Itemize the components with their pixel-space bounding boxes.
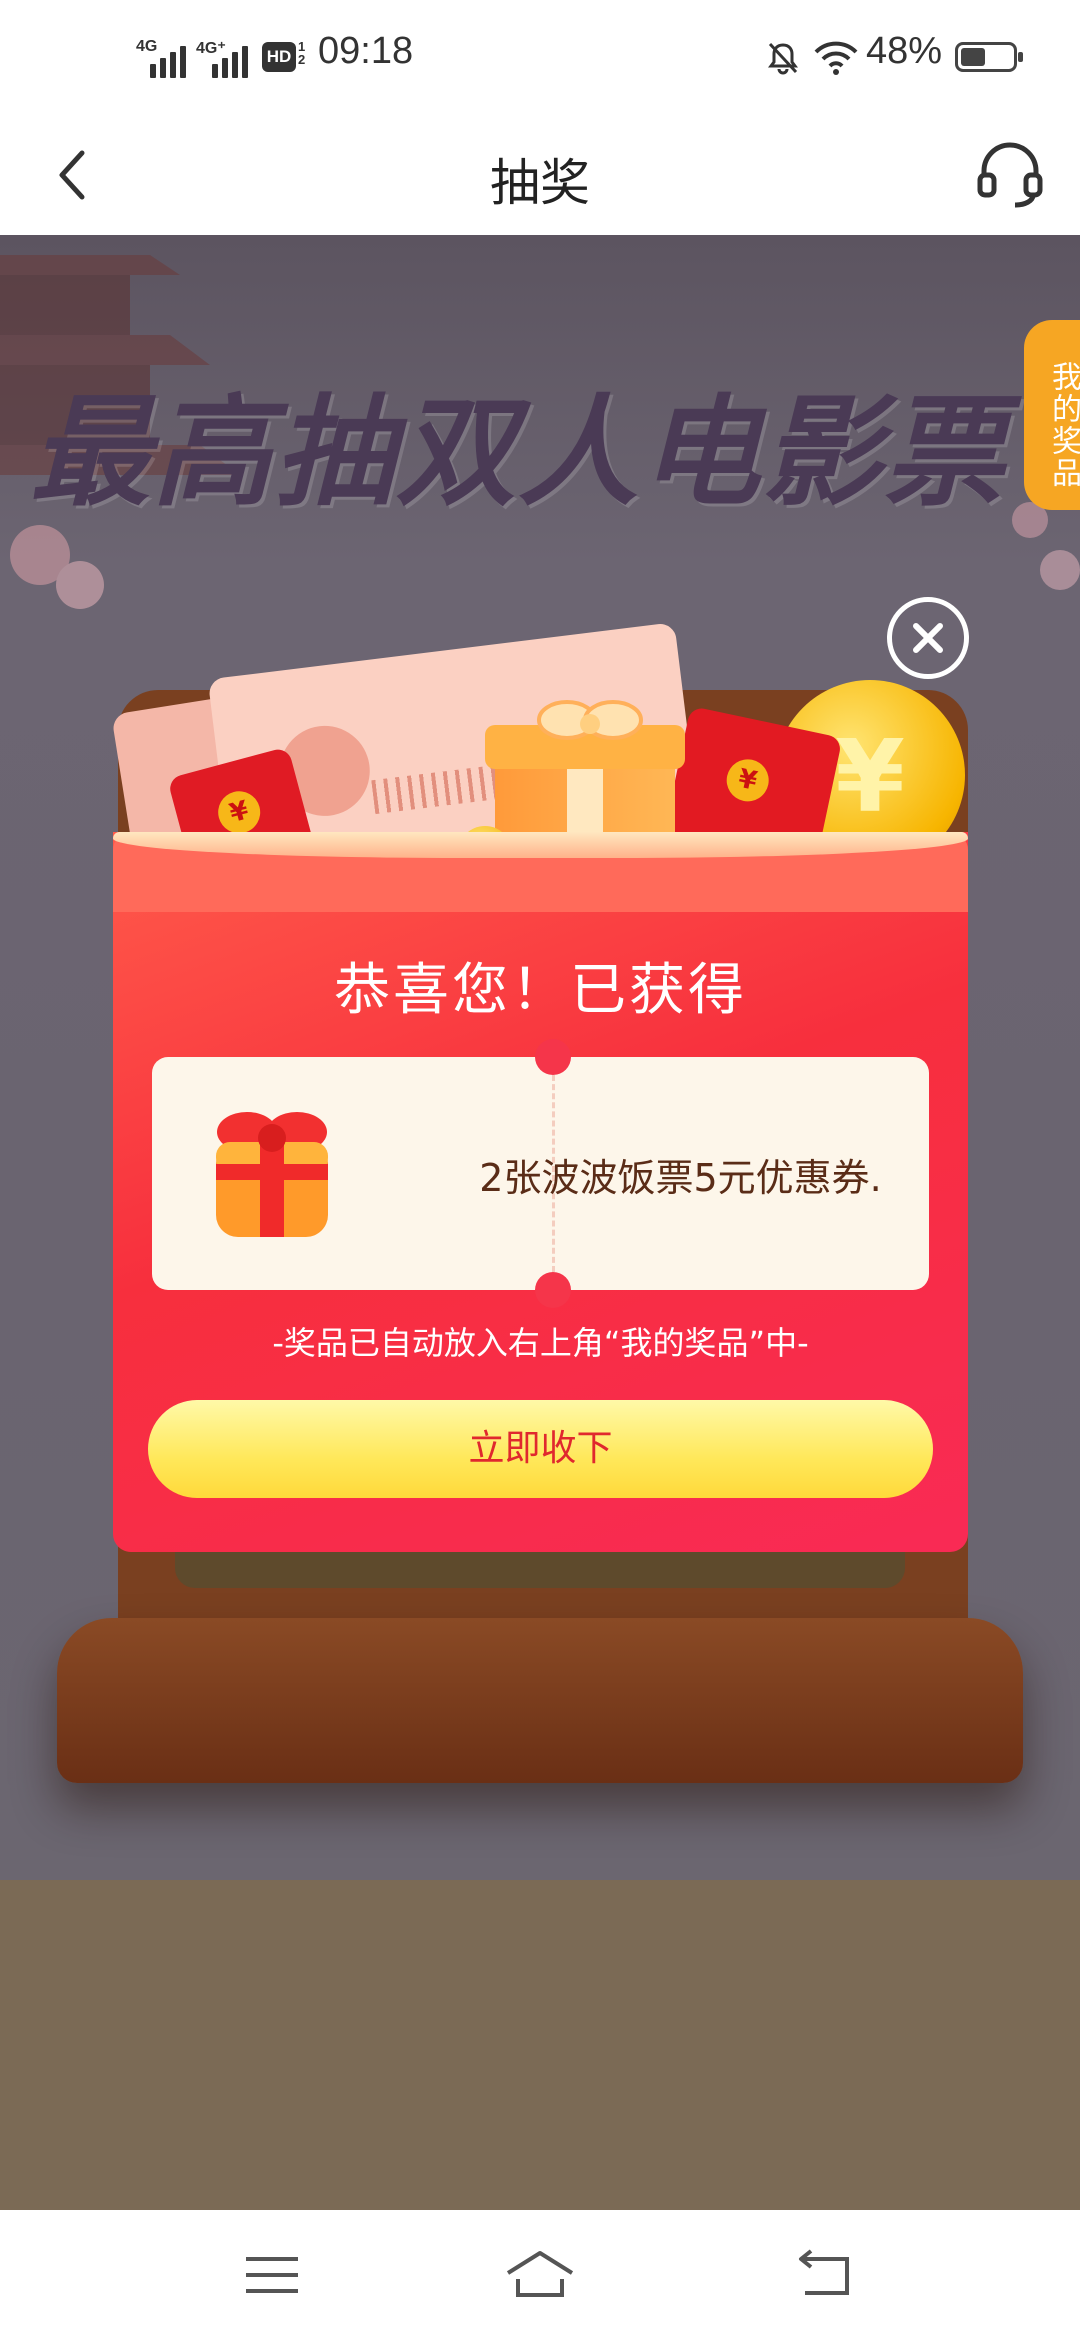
app-header: 抽奖 bbox=[0, 115, 1080, 235]
wifi-icon bbox=[814, 41, 858, 75]
prize-coupon: 2张波波饭票5元优惠券. bbox=[152, 1039, 929, 1308]
battery-level-fill bbox=[961, 48, 985, 66]
stand-base bbox=[57, 1618, 1023, 1783]
gift-icon bbox=[216, 1112, 328, 1237]
battery-percent: 48% bbox=[866, 30, 943, 72]
coupon-notch-bottom bbox=[535, 1272, 571, 1308]
battery-icon bbox=[955, 42, 1023, 72]
banner-headline: 最高抽双人电影票 bbox=[30, 382, 1006, 523]
page-bottom-background bbox=[0, 1880, 1080, 2210]
stand-ledge bbox=[175, 1548, 905, 1588]
prize-name: 2张波波饭票5元优惠券. bbox=[479, 1156, 882, 1200]
gift-bow-icon bbox=[537, 700, 643, 740]
page-title: 抽奖 bbox=[490, 154, 590, 212]
signal-icon-2 bbox=[212, 38, 252, 78]
prize-notice: -奖品已自动放入右上角“我的奖品”中- bbox=[272, 1324, 809, 1362]
home-icon[interactable] bbox=[500, 2245, 580, 2305]
signal-icon-1 bbox=[150, 38, 190, 78]
hd-sub-label: 1 2 bbox=[298, 39, 306, 67]
system-nav-bar bbox=[0, 2210, 1080, 2340]
clock: 09:18 bbox=[318, 30, 414, 72]
back-nav-icon[interactable] bbox=[785, 2245, 865, 2305]
close-icon bbox=[913, 623, 943, 653]
my-prizes-tab[interactable]: 我的奖品 bbox=[1024, 320, 1080, 510]
hd-icon: HD bbox=[262, 42, 296, 72]
close-button[interactable] bbox=[887, 597, 969, 679]
customer-service-icon[interactable] bbox=[970, 133, 1050, 213]
status-bar: 4G 4G⁺ HD 1 2 09:18 48% bbox=[0, 0, 1080, 115]
accept-button[interactable]: 立即收下 bbox=[148, 1400, 933, 1498]
coupon-notch-top bbox=[535, 1039, 571, 1075]
congrats-title: 恭喜您！已获得 bbox=[334, 958, 747, 1023]
menu-icon[interactable] bbox=[232, 2245, 312, 2305]
mute-bell-icon bbox=[768, 42, 798, 75]
